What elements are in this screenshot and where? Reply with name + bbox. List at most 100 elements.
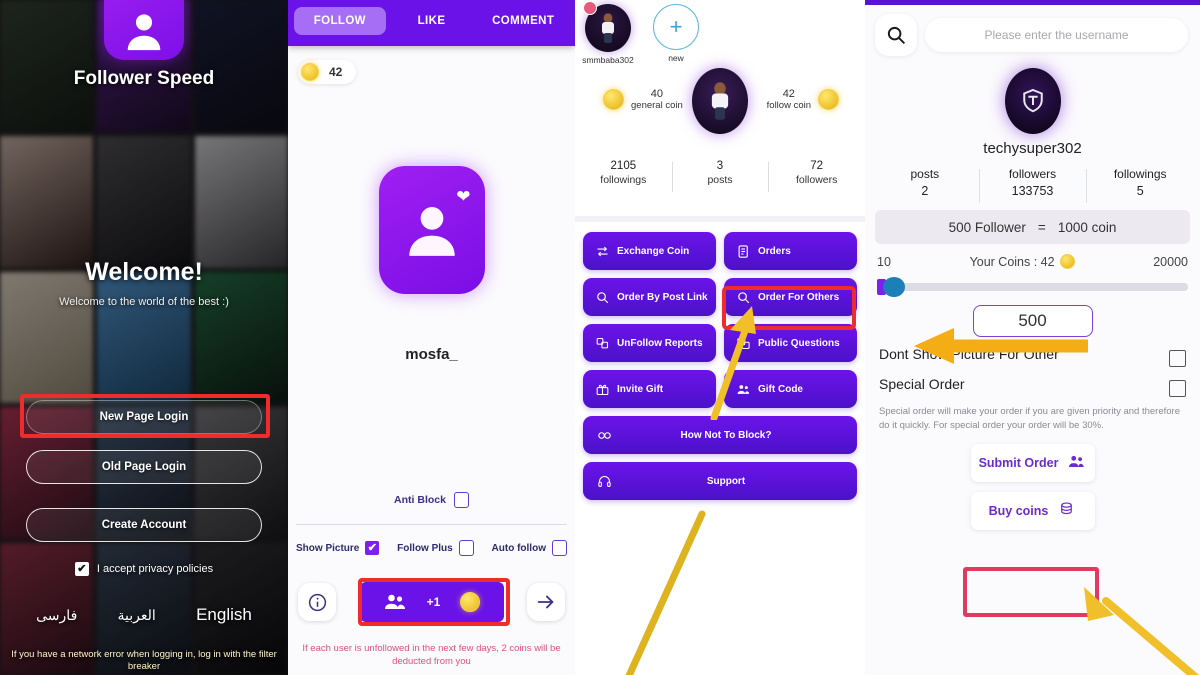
stat-followers-label: followers [795, 174, 838, 186]
stat-followings-label: followings [600, 174, 647, 186]
follow-plus-checkbox[interactable] [458, 540, 474, 556]
stat-followers: followers 133753 [978, 167, 1087, 203]
next-button[interactable] [527, 583, 565, 621]
stat-posts[interactable]: 3 posts [671, 160, 769, 192]
menu-exchange-coin-label: Exchange Coin [617, 245, 690, 257]
menu-exchange-coin[interactable]: Exchange Coin [583, 232, 716, 270]
option-auto-follow[interactable]: Auto follow [492, 540, 567, 556]
person-avatar-icon [711, 82, 729, 120]
profile-stats: 2105 followings 3 posts 72 followers [575, 160, 865, 192]
target-profile-stats: posts 2 followers 133753 followings 5 [865, 167, 1200, 203]
follow-button[interactable]: +1 [359, 582, 504, 622]
general-coin-label: general coin [631, 100, 683, 111]
menu-invite-gift[interactable]: Invite Gift [583, 370, 716, 408]
brand-logo-icon [1022, 88, 1043, 113]
person-icon [408, 207, 455, 256]
info-button[interactable] [298, 583, 336, 621]
profile-header: smmbaba302 + new 40 general coin 42 foll… [575, 0, 865, 222]
stat-followers[interactable]: 72 followers [768, 160, 865, 192]
coin-icon [459, 592, 480, 612]
anti-block-label: Anti Block [394, 494, 446, 506]
menu-unfollow-reports-label: UnFollow Reports [617, 337, 703, 349]
slider-track[interactable] [887, 283, 1188, 291]
rate-amount: 500 Follower [948, 219, 1026, 235]
menu-order-for-others-label: Order For Others [758, 291, 840, 303]
general-coin-stat: 40 general coin [603, 88, 683, 111]
stat-followings[interactable]: 2105 followings [575, 160, 672, 186]
dont-show-picture-checkbox[interactable] [1169, 350, 1186, 367]
story-row: smmbaba302 + new [581, 1, 703, 65]
story-new[interactable]: + new [649, 4, 703, 65]
auto-follow-checkbox[interactable] [551, 540, 567, 556]
stat-followings-label: followings [1113, 167, 1167, 181]
screenshot-stage: Follower Speed Welcome! Welcome to the w… [0, 0, 1200, 675]
target-profile-avatar [1004, 68, 1061, 134]
privacy-checkbox[interactable]: ✔ [74, 562, 89, 576]
create-account-button[interactable]: Create Account [26, 508, 262, 542]
show-picture-checkbox[interactable]: ✔ [365, 541, 380, 555]
stat-followers-value: 133753 [1011, 184, 1054, 198]
annotation-line-yellow [625, 510, 706, 675]
info-icon [308, 593, 326, 611]
coin-icon [603, 89, 624, 110]
language-arabic[interactable]: العربية [118, 607, 156, 624]
orders-icon [736, 244, 751, 259]
language-farsi[interactable]: فارسی [36, 607, 77, 624]
old-page-login-button[interactable]: Old Page Login [26, 450, 262, 484]
gift-icon [595, 382, 610, 397]
new-page-login-button[interactable]: New Page Login [26, 400, 262, 434]
tab-like[interactable]: LIKE [386, 7, 478, 35]
tab-comment[interactable]: COMMENT [477, 7, 569, 35]
group-icon [385, 594, 406, 609]
panel-follow-tab: FOLLOW LIKE COMMENT 42 ❤ mosfa_ Anti Blo… [288, 0, 575, 675]
menu-how-not-to-block[interactable]: How Not To Block? [583, 416, 857, 454]
tab-follow[interactable]: FOLLOW [294, 7, 386, 35]
submit-order-button[interactable]: Submit Order [970, 443, 1095, 482]
stat-posts-value: 2 [921, 184, 929, 198]
option-follow-plus[interactable]: Follow Plus [397, 540, 474, 556]
anti-block-row[interactable]: Anti Block [288, 492, 575, 508]
anti-block-checkbox[interactable] [453, 492, 469, 508]
special-order-checkbox[interactable] [1169, 380, 1186, 397]
divider [296, 524, 567, 525]
app-title: Follower Speed [73, 68, 215, 89]
option-show-picture[interactable]: Show Picture ✔ [296, 541, 380, 555]
language-english[interactable]: English [196, 605, 252, 625]
slider-handle[interactable] [883, 277, 905, 297]
buy-coins-label: Buy coins [988, 503, 1049, 518]
coin-balance-chip: 42 [298, 60, 357, 84]
search-icon [887, 26, 905, 44]
menu-support[interactable]: Support [583, 462, 857, 500]
story-self[interactable]: smmbaba302 [581, 1, 635, 65]
coin-balance-value: 42 [329, 65, 343, 79]
your-coins-group: Your Coins : 42 [970, 254, 1075, 269]
buy-coins-button[interactable]: Buy coins [970, 491, 1095, 530]
slider-max-label: 20000 [1153, 254, 1188, 269]
section-separator [575, 216, 865, 222]
stat-followings-value: 2105 [610, 160, 637, 172]
annotation-arrow-yellow-slider [914, 328, 1088, 364]
option-special-order[interactable]: Special Order [879, 376, 1186, 397]
menu-order-by-post-link-label: Order By Post Link [617, 291, 708, 303]
coins-stack-icon [1057, 500, 1076, 522]
app-logo [104, 0, 184, 60]
language-selector[interactable]: فارسی العربية English [0, 605, 288, 625]
menu-public-questions-label: Public Questions [758, 337, 840, 349]
search-button[interactable] [875, 14, 917, 56]
menu-unfollow-reports[interactable]: UnFollow Reports [583, 324, 716, 362]
slider-min-label: 10 [877, 254, 891, 269]
menu-invite-gift-label: Invite Gift [617, 383, 664, 395]
stat-posts-label: posts [707, 174, 733, 186]
follow-options-row: Show Picture ✔ Follow Plus Auto follow [296, 540, 567, 556]
search-input[interactable] [925, 18, 1188, 52]
privacy-policy-row[interactable]: ✔ I accept privacy policies [0, 562, 288, 576]
menu-order-by-post-link[interactable]: Order By Post Link [583, 278, 716, 316]
quantity-slider[interactable] [877, 277, 1188, 297]
stat-posts: posts 2 [871, 167, 979, 198]
slider-labels-row: 10 Your Coins : 42 20000 [877, 254, 1188, 269]
privacy-label: I accept privacy policies [96, 563, 214, 575]
profile-avatar-card: ❤ [378, 166, 485, 294]
add-story-icon[interactable]: + [653, 4, 699, 50]
target-username: mosfa_ [405, 346, 458, 363]
menu-orders[interactable]: Orders [724, 232, 857, 270]
